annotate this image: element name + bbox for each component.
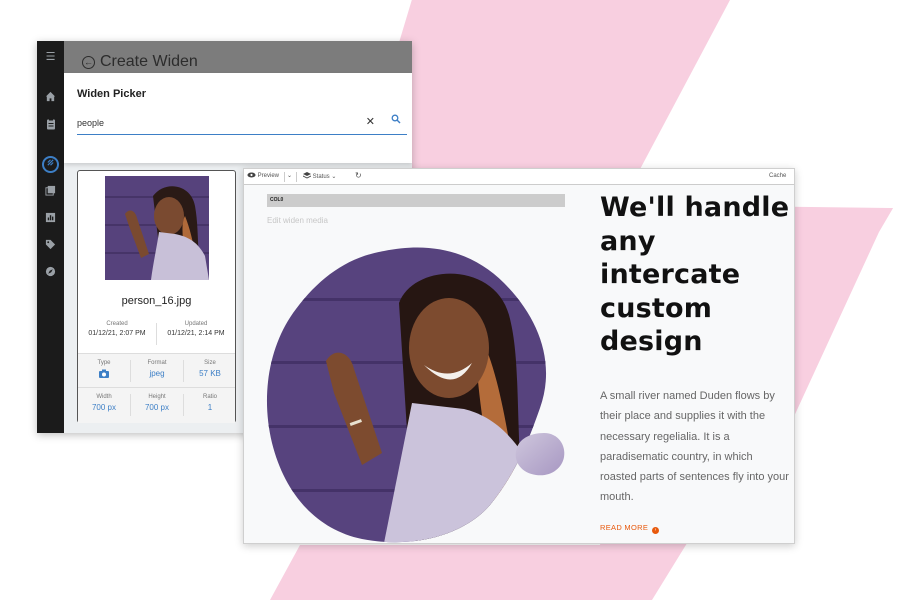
read-more-link[interactable]: READ MORE › [600, 523, 660, 534]
home-icon[interactable] [44, 91, 57, 104]
size-value: 57 KB [199, 369, 221, 378]
type-label: Type [97, 360, 111, 366]
compass-icon[interactable] [44, 266, 57, 279]
size-label: Size [204, 360, 216, 366]
hero-headline: We'll handle any intercate custom design [600, 192, 790, 357]
hero-paragraph: A small river named Duden flows by their… [600, 390, 789, 504]
clipboard-icon[interactable] [44, 118, 57, 131]
menu-icon[interactable]: ☰ [44, 51, 57, 64]
back-arrow-icon[interactable]: ← [82, 56, 95, 69]
arrow-right-icon: › [652, 527, 660, 534]
camera-icon [78, 369, 130, 380]
divider [284, 172, 285, 182]
asset-filename: person_16.jpg [121, 295, 192, 307]
page-title: Create Widen [100, 53, 198, 70]
column-code-label: COL0 [267, 194, 565, 207]
read-more-label: READ MORE [600, 523, 649, 532]
width-label: Width [96, 394, 112, 400]
asset-dimensions: Width 700 px Height 700 px Ratio 1 [78, 387, 235, 423]
edit-widen-media-link[interactable]: Edit widen media [267, 216, 328, 225]
widen-picker-panel: Widen Picker ✕ [64, 73, 412, 163]
asset-dates: Created 01/12/21, 2:07 PM Updated 01/12/… [78, 321, 235, 349]
app-header: ← Create Widen [64, 41, 412, 73]
sidebar-rail: ☰ [37, 41, 64, 433]
updated-label: Updated [184, 321, 208, 327]
widen-icon[interactable] [42, 156, 59, 173]
asset-card[interactable]: person_16.jpg Created 01/12/21, 2:07 PM … [77, 170, 236, 423]
picker-title: Widen Picker [77, 88, 146, 100]
clear-icon[interactable]: ✕ [366, 115, 375, 128]
preview-toggle[interactable]: Preview [247, 172, 279, 181]
format-value: jpeg [149, 369, 165, 378]
width-value: 700 px [91, 403, 117, 412]
divider [296, 172, 297, 182]
eye-icon [247, 172, 256, 178]
height-label: Height [148, 394, 166, 400]
tag-icon[interactable] [44, 239, 57, 252]
preview-label: Preview [257, 173, 280, 179]
editor-toolbar: Preview ⌄ Status ⌄ ↻ Cache [244, 169, 794, 185]
chevron-down-icon[interactable]: ⌄ [287, 172, 292, 181]
search-field: ✕ [77, 113, 407, 135]
layers-icon [303, 172, 311, 179]
decorative-blob [515, 433, 565, 476]
asset-file-info: Type Format jpeg Size 57 KB [78, 353, 235, 387]
height-value: 700 px [144, 403, 170, 412]
hero-blob-photo [266, 247, 547, 543]
search-icon[interactable] [391, 114, 401, 124]
ratio-value: 1 [207, 403, 213, 412]
ratio-label: Ratio [202, 394, 217, 400]
search-input[interactable] [77, 114, 347, 132]
asset-thumbnail [105, 176, 209, 280]
gallery-icon[interactable] [44, 185, 57, 198]
refresh-icon[interactable]: ↻ [355, 171, 362, 180]
updated-value: 01/12/21, 2:14 PM [167, 330, 225, 337]
cache-button[interactable]: Cache [769, 172, 786, 181]
created-label: Created [106, 321, 128, 327]
status-label: Status [312, 174, 330, 180]
created-value: 01/12/21, 2:07 PM [88, 330, 146, 337]
chart-icon[interactable] [44, 212, 57, 225]
format-label: Format [147, 360, 167, 366]
status-dropdown[interactable]: Status ⌄ [303, 172, 336, 182]
preview-editor-window: Preview ⌄ Status ⌄ ↻ Cache COL0 Edit wid… [243, 168, 795, 544]
